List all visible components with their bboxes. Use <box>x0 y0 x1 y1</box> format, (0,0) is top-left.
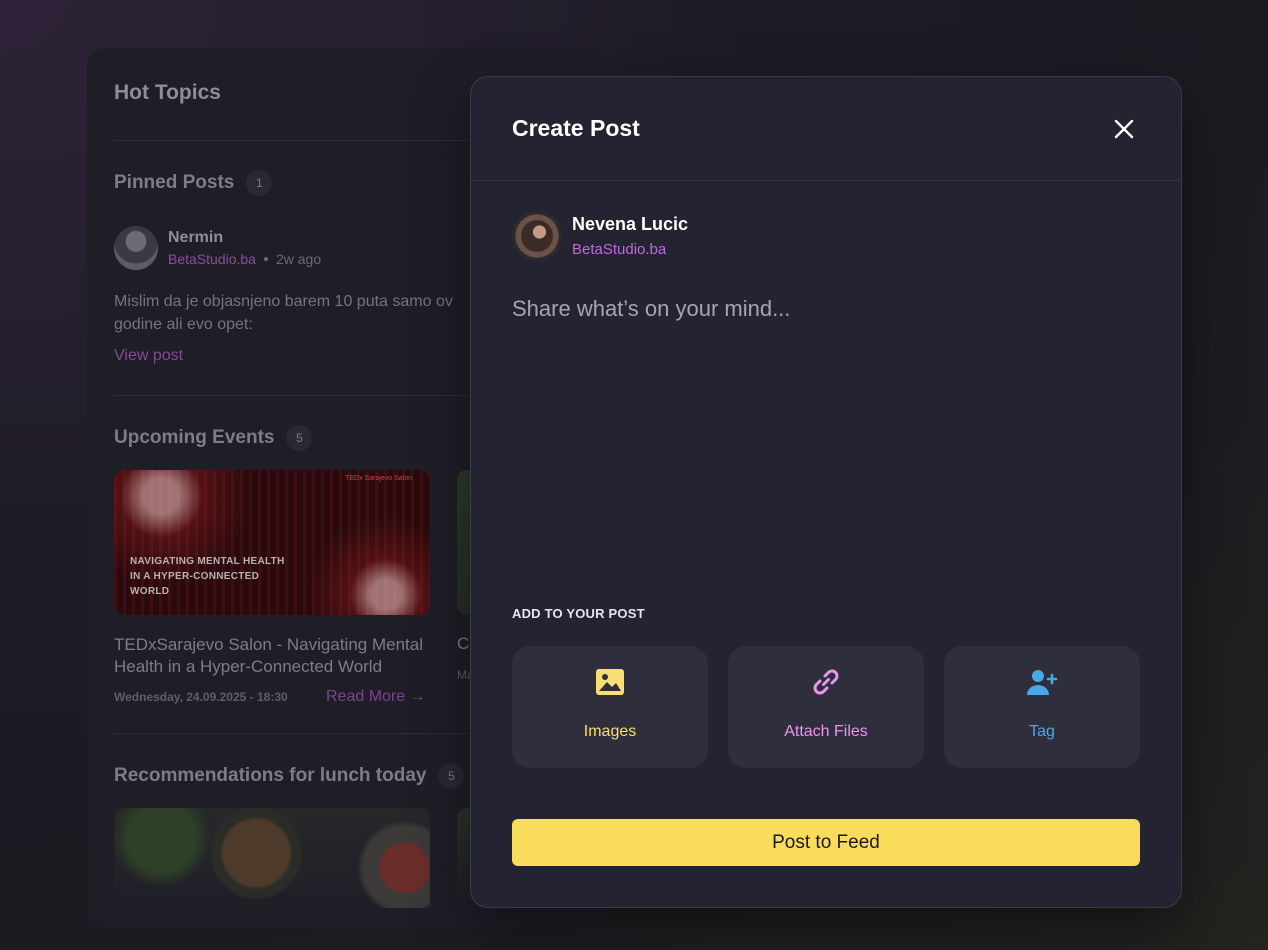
paperclip-icon <box>813 669 839 695</box>
pinned-count-badge: 1 <box>246 170 273 196</box>
event-title-2[interactable]: C <box>457 634 469 654</box>
pinned-posts-header: Pinned Posts 1 <box>114 170 273 196</box>
post-time: 2w ago <box>275 251 322 267</box>
author-org: BetaStudio.ba <box>168 251 256 267</box>
pinned-posts-title: Pinned Posts <box>114 172 235 193</box>
view-post-link[interactable]: View post <box>114 347 183 365</box>
post-author: Nevena Lucic BetaStudio.ba <box>512 211 688 261</box>
user-name: Nevena Lucic <box>572 214 689 234</box>
lunch-card-image[interactable] <box>114 808 430 908</box>
close-button[interactable] <box>1107 112 1141 146</box>
events-count-badge: 5 <box>286 425 313 451</box>
hot-topics-title: Hot Topics <box>114 81 221 104</box>
tag-people-button[interactable]: Tag <box>944 646 1140 768</box>
avatar <box>512 211 562 261</box>
lunch-title: Recommendations for lunch today <box>114 765 427 786</box>
create-post-modal: Create Post Nevena Lucic BetaStudio.ba A… <box>470 76 1182 908</box>
event-date: Wednesday, 24.09.2025 - 18:30 <box>114 690 288 704</box>
author-name: Nermin <box>168 229 224 246</box>
images-label: Images <box>583 723 637 740</box>
tag-label: Tag <box>1029 723 1055 740</box>
close-icon <box>1114 119 1134 139</box>
pinned-post-text: Mislim da je objasnjeno barem 10 puta sa… <box>114 293 453 333</box>
avatar <box>114 226 158 270</box>
lunch-count-badge: 5 <box>438 763 465 789</box>
modal-header: Create Post <box>471 77 1181 181</box>
attach-files-button[interactable]: Attach Files <box>728 646 924 768</box>
add-images-button[interactable]: Images <box>512 646 708 768</box>
user-org: BetaStudio.ba <box>572 241 667 258</box>
add-to-post-label: ADD TO YOUR POST <box>512 606 645 621</box>
pinned-post-author: Nermin BetaStudio.ba 2w ago <box>114 226 321 270</box>
read-more-link[interactable]: Read More → <box>326 688 426 706</box>
post-text-input[interactable] <box>512 296 1142 556</box>
event-card-caption: NAVIGATING MENTAL HEALTH IN A HYPER-CONN… <box>130 556 285 597</box>
user-plus-icon <box>1027 670 1058 695</box>
modal-title: Create Post <box>512 115 640 141</box>
event-card-image[interactable]: TEDx Sarajevo Salon NAVIGATING MENTAL HE… <box>114 470 430 615</box>
event-brand: TEDx Sarajevo Salon <box>345 475 412 482</box>
post-to-feed-button[interactable]: Post to Feed <box>512 819 1140 866</box>
attach-files-label: Attach Files <box>784 723 868 740</box>
event-title[interactable]: TEDxSarajevo Salon - Navigating Mental H… <box>114 634 434 678</box>
image-icon <box>596 669 624 695</box>
separator-dot <box>263 257 268 261</box>
lunch-header: Recommendations for lunch today 5 <box>114 763 465 789</box>
upcoming-events-header: Upcoming Events 5 <box>114 425 313 451</box>
upcoming-events-title: Upcoming Events <box>114 427 275 448</box>
